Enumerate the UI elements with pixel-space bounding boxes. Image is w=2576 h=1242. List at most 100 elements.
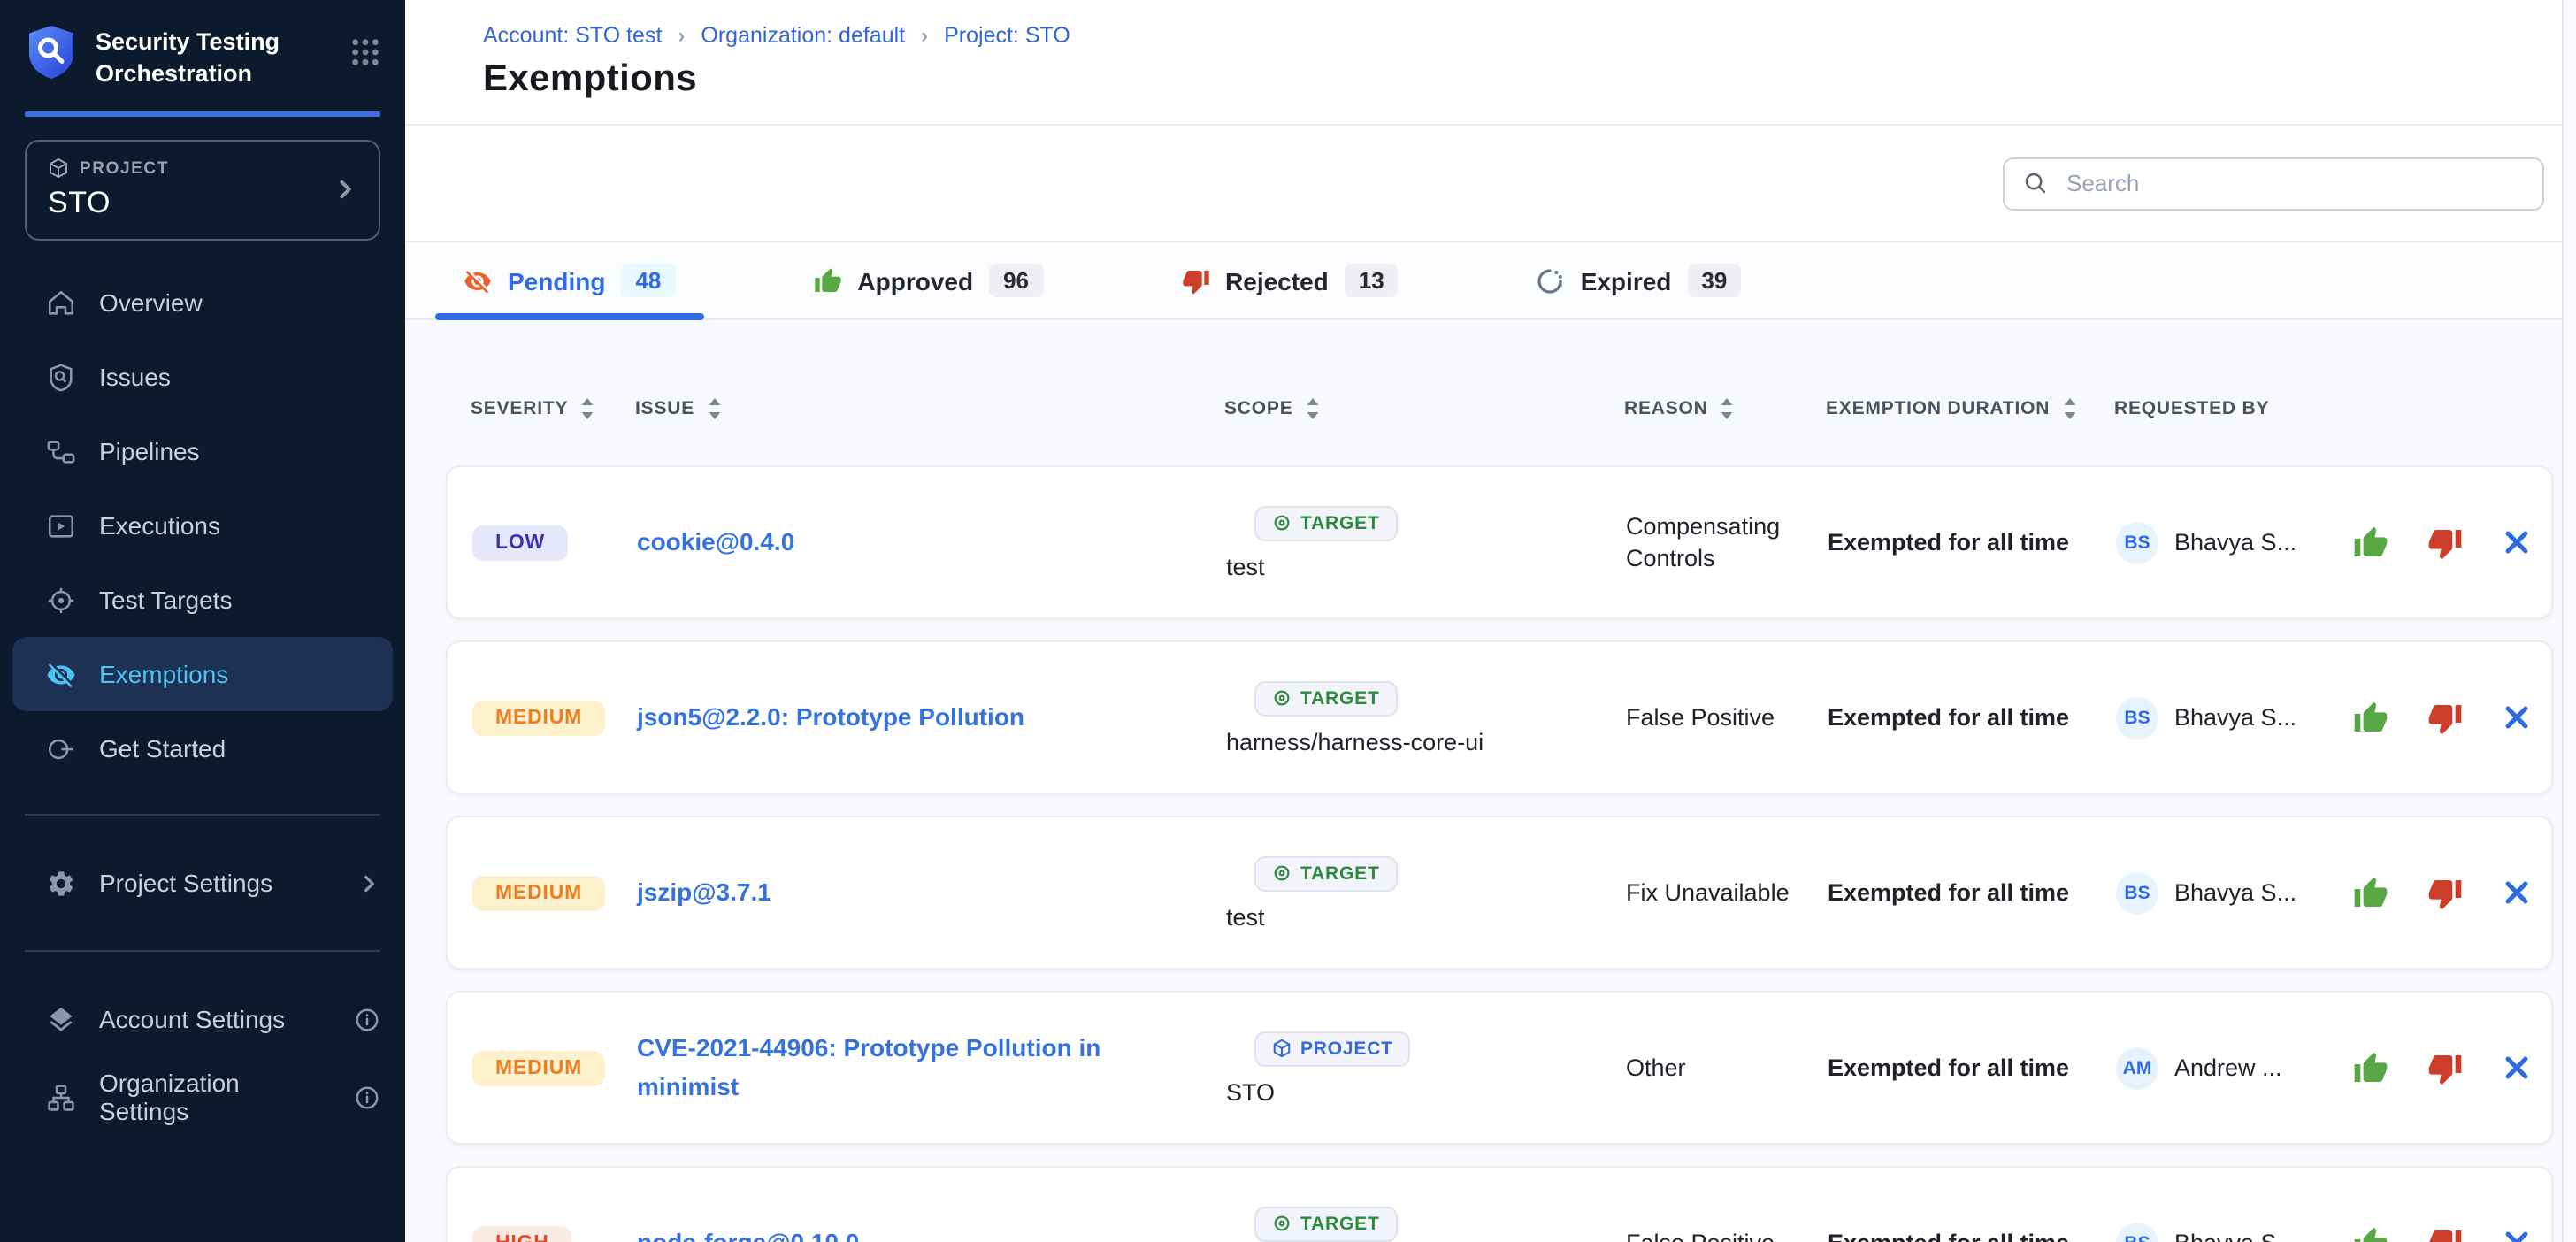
reason-cell: False Positive [1626,1227,1828,1242]
requester-name: Bhavya S... [2174,704,2296,731]
info-icon[interactable] [354,1006,380,1032]
sidebar-divider [25,950,380,952]
exemption-duration-cell: Exempted for all time [1828,877,2116,908]
sidebar-item-project-settings[interactable]: Project Settings [0,844,405,922]
sidebar-item-account-settings[interactable]: Account Settings [0,980,405,1058]
search-icon [2022,170,2049,196]
info-icon[interactable] [354,1084,380,1110]
table-row: MEDIUM json5@2.2.0: Prototype Pollution … [446,640,2553,794]
reject-button[interactable] [2427,1225,2463,1242]
thumbs-down-icon [2427,525,2463,560]
column-label: REQUESTED BY [2114,398,2269,419]
scrollbar-track[interactable] [2562,0,2576,1242]
issue-link[interactable]: json5@2.2.0: Prototype Pollution [637,698,1024,736]
gear-icon [46,868,76,898]
cancel-request-button[interactable] [2502,1228,2532,1242]
app-grid-icon[interactable] [350,37,380,76]
search-input[interactable] [2063,168,2525,198]
approve-button[interactable] [2353,1225,2388,1242]
tab-count-badge: 39 [1687,264,1741,297]
reject-button[interactable] [2427,875,2463,910]
approve-button[interactable] [2353,875,2388,910]
issue-cell: node-forge@0.10.0 [637,1223,1226,1242]
sidebar-item-label: Test Targets [99,586,232,614]
sidebar-item-get-started[interactable]: Get Started [0,711,405,786]
sidebar-item-label: Exemptions [99,660,228,688]
approve-button[interactable] [2353,525,2388,560]
tab-approved[interactable]: Approved 96 [785,242,1071,318]
sidebar-item-overview[interactable]: Overview [0,265,405,340]
column-header-severity[interactable]: SEVERITY [471,398,635,419]
thumbs-up-icon [2353,1225,2388,1242]
sort-icon [707,398,721,419]
sidebar-item-label: Issues [99,363,171,391]
app-title: Security Testing Orchestration [96,23,333,88]
tab-rejected[interactable]: Rejected 13 [1153,242,1427,318]
column-header-issue[interactable]: ISSUE [635,398,1224,419]
scope-cell: TARGET test [1226,505,1626,579]
severity-badge: MEDIUM [472,700,605,735]
sidebar-item-issues[interactable]: Issues [0,340,405,414]
breadcrumb-project[interactable]: Project: STO [944,23,1070,48]
cancel-request-button[interactable] [2502,702,2532,732]
thumbs-down-icon [1181,266,1209,295]
reject-button[interactable] [2427,1050,2463,1085]
severity-cell: LOW [472,525,637,560]
column-header-scope[interactable]: SCOPE [1224,398,1624,419]
sidebar-item-pipelines[interactable]: Pipelines [0,414,405,488]
sidebar-nav: Overview Issues Pipelines Executions Tes… [0,265,405,786]
scope-type-label: PROJECT [1300,1038,1393,1059]
breadcrumb-account[interactable]: Account: STO test [483,23,662,48]
tab-pending[interactable]: Pending 48 [435,242,703,318]
avatar: AM [2116,1046,2158,1089]
reject-button[interactable] [2427,525,2463,560]
column-header-exemption-duration[interactable]: EXEMPTION DURATION [1826,398,2114,419]
sidebar-item-test-targets[interactable]: Test Targets [0,563,405,637]
close-x-icon [2502,1053,2532,1083]
target-crosshair-icon [46,585,76,615]
target-icon [1272,513,1292,533]
scope-badge: PROJECT [1254,1031,1411,1066]
requested-by-cell: BS Bhavya S... [2116,1222,2321,1242]
row-actions [2321,1225,2532,1242]
approve-button[interactable] [2353,1050,2388,1085]
sidebar-item-organization-settings[interactable]: Organization Settings [0,1058,405,1136]
row-actions [2321,875,2532,910]
cancel-request-button[interactable] [2502,878,2532,908]
column-header-reason[interactable]: REASON [1624,398,1826,419]
approve-button[interactable] [2353,700,2388,735]
avatar: BS [2116,1222,2158,1242]
column-label: REASON [1624,398,1708,419]
issue-link[interactable]: CVE-2021-44906: Prototype Pollution in m… [637,1030,1168,1107]
scope-value: harness/harness-core-ui [1226,728,1484,755]
thumbs-down-icon [2427,1050,2463,1085]
scope-value: test [1226,553,1265,579]
cancel-request-button[interactable] [2502,1053,2532,1083]
layers-gear-icon [46,1004,76,1034]
requester-name: Bhavya S... [2174,529,2296,556]
sidebar-item-exemptions[interactable]: Exemptions [12,637,393,711]
brand-accent-bar [25,111,380,117]
page-header: Account: STO test › Organization: defaul… [405,0,2576,126]
table-row: HIGH node-forge@0.10.0 TARGET test False… [446,1166,2553,1242]
scope-type-label: TARGET [1300,687,1380,709]
search-box [2003,157,2544,210]
tab-expired[interactable]: Expired 39 [1508,242,1770,318]
cancel-request-button[interactable] [2502,527,2532,557]
project-selector[interactable]: PROJECT STO [25,140,380,241]
reject-button[interactable] [2427,700,2463,735]
issue-link[interactable]: jszip@3.7.1 [637,873,771,911]
scope-badge: TARGET [1254,1206,1398,1241]
exemptions-table: SEVERITY ISSUE SCOPE REASON EXEMPTION DU… [405,320,2564,1242]
column-label: SCOPE [1224,398,1293,419]
breadcrumb-organization[interactable]: Organization: default [701,23,905,48]
thumbs-up-icon [2353,875,2388,910]
play-box-icon [46,510,76,540]
scope-value: test [1226,903,1265,930]
issue-link[interactable]: node-forge@0.10.0 [637,1223,859,1242]
sort-icon [580,398,594,419]
table-body: LOW cookie@0.4.0 TARGET test Compensatin… [446,465,2553,1242]
sort-icon [2062,398,2076,419]
sidebar-item-executions[interactable]: Executions [0,488,405,563]
issue-link[interactable]: cookie@0.4.0 [637,523,794,561]
